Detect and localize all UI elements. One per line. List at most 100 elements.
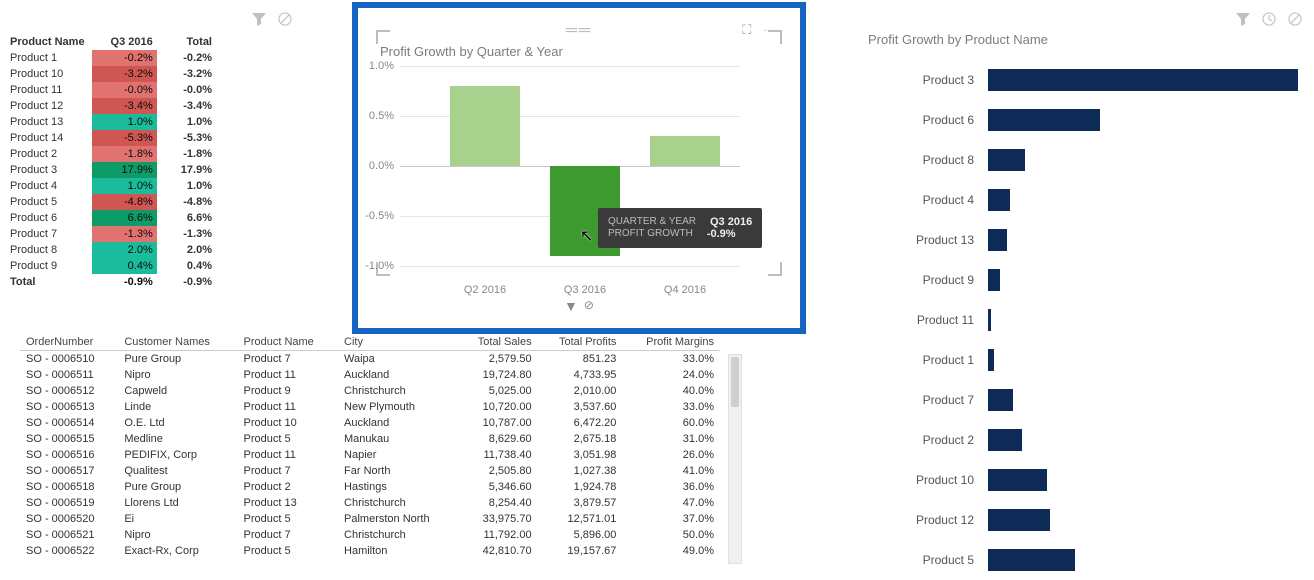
orders-table[interactable]: OrderNumberCustomer NamesProduct NameCit…: [20, 334, 720, 559]
table-row[interactable]: SO - 0006510Pure GroupProduct 7Waipa2,57…: [20, 351, 720, 368]
bar-row[interactable]: Product 10: [778, 460, 1298, 500]
chart-bar[interactable]: [988, 189, 1010, 211]
cell-total: 2.0%: [157, 242, 216, 258]
table-row[interactable]: Product 41.0%1.0%: [6, 178, 216, 194]
table-row[interactable]: SO - 0006515MedlineProduct 5Manukau8,629…: [20, 431, 720, 447]
table-row[interactable]: Product 66.6%6.6%: [6, 210, 216, 226]
table-row[interactable]: SO - 0006511NiproProduct 11Auckland19,72…: [20, 367, 720, 383]
bar-row[interactable]: Product 8: [778, 140, 1298, 180]
table-row[interactable]: SO - 0006514O.E. LtdProduct 10Auckland10…: [20, 415, 720, 431]
chart-bar[interactable]: [988, 469, 1047, 491]
cell-name: Product 10: [6, 66, 92, 82]
table-row[interactable]: Product 11-0.0%-0.0%: [6, 82, 216, 98]
cell-name: Product 4: [6, 178, 92, 194]
chart-bar[interactable]: [988, 309, 991, 331]
table-row[interactable]: Product 7-1.3%-1.3%: [6, 226, 216, 242]
funnel-icon[interactable]: [250, 10, 268, 28]
bar-row[interactable]: Product 5: [778, 540, 1298, 580]
visual-toolbar-right: [1234, 10, 1304, 28]
bar-label: Product 12: [778, 513, 988, 527]
table-row[interactable]: Product 1-0.2%-0.2%: [6, 50, 216, 66]
column-header[interactable]: Total Profits: [538, 334, 623, 351]
bar-row[interactable]: Product 11: [778, 300, 1298, 340]
column-header[interactable]: Profit Margins: [622, 334, 720, 351]
chart-bar[interactable]: [650, 136, 720, 166]
matrix-header-name[interactable]: Product Name: [6, 34, 92, 50]
prohibit-icon[interactable]: [276, 10, 294, 28]
cell-q3: 0.4%: [92, 258, 157, 274]
table-row[interactable]: SO - 0006512CapweldProduct 9Christchurch…: [20, 383, 720, 399]
column-header[interactable]: City: [338, 334, 457, 351]
table-row[interactable]: Product 131.0%1.0%: [6, 114, 216, 130]
table-row[interactable]: SO - 0006521NiproProduct 7Christchurch11…: [20, 527, 720, 543]
table-row[interactable]: Product 12-3.4%-3.4%: [6, 98, 216, 114]
cell-q3: -3.4%: [92, 98, 157, 114]
drag-handle-icon[interactable]: ══: [566, 22, 593, 40]
clock-icon[interactable]: [1260, 10, 1278, 28]
bar-row[interactable]: Product 4: [778, 180, 1298, 220]
table-row[interactable]: Product 5-4.8%-4.8%: [6, 194, 216, 210]
column-header[interactable]: Product Name: [237, 334, 338, 351]
matrix-header-total[interactable]: Total: [157, 34, 216, 50]
bar-row[interactable]: Product 3: [778, 60, 1298, 100]
bar-row[interactable]: Product 12: [778, 500, 1298, 540]
bar-label: Product 11: [778, 313, 988, 327]
chart-bar[interactable]: [450, 86, 520, 166]
bar-label: Product 7: [778, 393, 988, 407]
prohibit-icon[interactable]: [1286, 10, 1304, 28]
chart-plot-area[interactable]: 1.0% 0.5% 0.0% -0.5% -1.0% Q2 2016 Q3 20…: [400, 66, 740, 296]
bar-row[interactable]: Product 6: [778, 100, 1298, 140]
table-row[interactable]: Product 2-1.8%-1.8%: [6, 146, 216, 162]
table-row[interactable]: SO - 0006517QualitestProduct 7Far North2…: [20, 463, 720, 479]
cell-total: 1.0%: [157, 114, 216, 130]
chevron-down-icon[interactable]: ▼: [564, 298, 578, 314]
prohibit-icon[interactable]: ⊘: [584, 298, 594, 314]
chart-bar[interactable]: [988, 109, 1100, 131]
table-row[interactable]: Product 14-5.3%-5.3%: [6, 130, 216, 146]
table-row[interactable]: SO - 0006518Pure GroupProduct 2Hastings5…: [20, 479, 720, 495]
chart-bar[interactable]: [988, 149, 1025, 171]
chart-bar[interactable]: [988, 269, 1000, 291]
bar-row[interactable]: Product 7: [778, 380, 1298, 420]
column-header[interactable]: Total Sales: [457, 334, 537, 351]
table-row[interactable]: SO - 0006516PEDIFIX, CorpProduct 11Napie…: [20, 447, 720, 463]
column-header[interactable]: OrderNumber: [20, 334, 118, 351]
chart-bar[interactable]: [988, 509, 1050, 531]
bar-row[interactable]: Product 9: [778, 260, 1298, 300]
bar-row[interactable]: Product 1: [778, 340, 1298, 380]
matrix-header-q3[interactable]: Q3 2016: [92, 34, 157, 50]
cell-name: Product 2: [6, 146, 92, 162]
column-header[interactable]: Customer Names: [118, 334, 237, 351]
table-row[interactable]: Product 317.9%17.9%: [6, 162, 216, 178]
product-matrix[interactable]: Product Name Q3 2016 Total Product 1-0.2…: [6, 34, 286, 290]
scrollbar-thumb[interactable]: [731, 357, 739, 407]
cell-name: Product 14: [6, 130, 92, 146]
cell-name: Product 5: [6, 194, 92, 210]
funnel-icon[interactable]: [1234, 10, 1252, 28]
bar-row[interactable]: Product 2: [778, 420, 1298, 460]
chart-bar[interactable]: [988, 349, 994, 371]
bar-label: Product 2: [778, 433, 988, 447]
profit-growth-chart[interactable]: ══ ⛶ ⋯ Profit Growth by Quarter & Year 1…: [352, 2, 806, 334]
cell-total: -0.2%: [157, 50, 216, 66]
table-row[interactable]: Product 82.0%2.0%: [6, 242, 216, 258]
visual-toolbar-left: [250, 10, 294, 28]
chart-bar[interactable]: [988, 389, 1013, 411]
table-row[interactable]: Product 10-3.2%-3.2%: [6, 66, 216, 82]
chart-bar[interactable]: [988, 429, 1022, 451]
table-row[interactable]: SO - 0006520EiProduct 5Palmerston North3…: [20, 511, 720, 527]
table-row[interactable]: SO - 0006522Exact-Rx, CorpProduct 5Hamil…: [20, 543, 720, 559]
chart-bar[interactable]: [988, 69, 1298, 91]
cell-total: 17.9%: [157, 162, 216, 178]
profit-growth-by-product-chart[interactable]: Profit Growth by Product Name Product 3P…: [778, 36, 1298, 580]
table-row[interactable]: SO - 0006513LindeProduct 11New Plymouth1…: [20, 399, 720, 415]
focus-mode-icon[interactable]: ⛶: [742, 22, 755, 37]
cell-name: Product 12: [6, 98, 92, 114]
bar-row[interactable]: Product 13: [778, 220, 1298, 260]
table-row[interactable]: SO - 0006519Llorens LtdProduct 13Christc…: [20, 495, 720, 511]
table-row[interactable]: Product 90.4%0.4%: [6, 258, 216, 274]
bar-label: Product 1: [778, 353, 988, 367]
chart-bar[interactable]: [988, 549, 1075, 571]
scrollbar[interactable]: [728, 354, 742, 564]
chart-bar[interactable]: [988, 229, 1007, 251]
